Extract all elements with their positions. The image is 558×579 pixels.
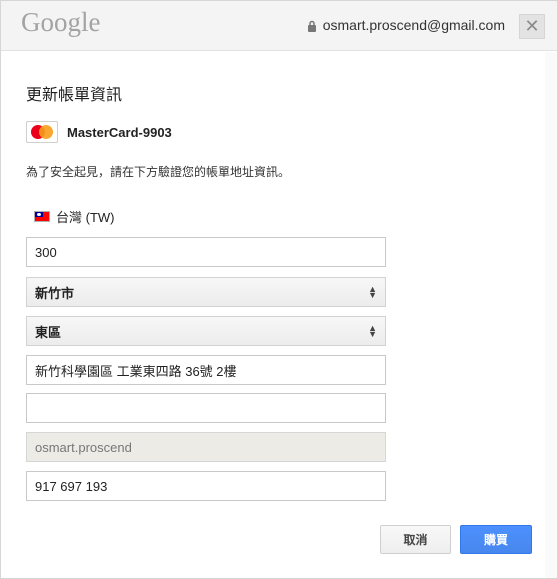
address-line1-input[interactable]: 新竹科學園區 工業東四路 36號 2樓: [26, 355, 386, 385]
taiwan-flag-icon: [34, 211, 50, 222]
country-selector[interactable]: 台灣 (TW): [34, 207, 114, 226]
city-select-value: 新竹市: [35, 285, 75, 301]
card-name: MasterCard-9903: [67, 124, 172, 140]
city-select[interactable]: 新竹市 ▲ ▼: [26, 277, 386, 307]
postal-code-input[interactable]: 300: [26, 237, 386, 267]
verify-instructions: 為了安全起見，請在下方驗證您的帳單地址資訊。: [26, 165, 291, 179]
scrollbar[interactable]: [545, 52, 557, 578]
address-line2-input[interactable]: [26, 393, 386, 423]
select-arrows-icon: ▲ ▼: [368, 284, 377, 300]
buy-button[interactable]: 購買: [460, 525, 532, 554]
billing-dialog: Google osmart.proscend@gmail.com ✕ 更新帳單資…: [0, 0, 558, 579]
payment-card: MasterCard-9903: [26, 120, 172, 144]
country-label: 台灣 (TW): [56, 210, 115, 225]
account-email: osmart.proscend@gmail.com: [322, 17, 505, 33]
lock-icon: [307, 19, 317, 32]
close-button[interactable]: ✕: [519, 14, 545, 39]
account-info: osmart.proscend@gmail.com: [307, 17, 505, 33]
cancel-button[interactable]: 取消: [380, 525, 451, 554]
name-field: osmart.proscend: [26, 432, 386, 462]
close-icon: ✕: [524, 16, 540, 36]
district-select-value: 東區: [35, 324, 62, 340]
google-logo: Google: [21, 7, 101, 37]
dialog-header: Google osmart.proscend@gmail.com ✕: [1, 1, 557, 51]
select-arrows-icon: ▲ ▼: [368, 323, 377, 339]
district-select[interactable]: 東區 ▲ ▼: [26, 316, 386, 346]
phone-input[interactable]: 917 697 193: [26, 471, 386, 501]
mastercard-logo-icon: [26, 121, 58, 143]
page-title: 更新帳單資訊: [26, 87, 123, 104]
